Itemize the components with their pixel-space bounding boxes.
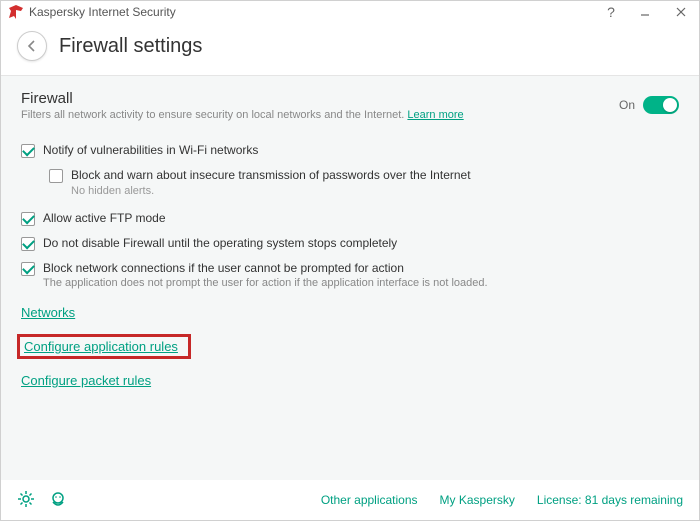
section-text: Firewall Filters all network activity to…	[21, 90, 619, 121]
minimize-button[interactable]	[627, 1, 663, 23]
footer: Other applications My Kaspersky License:…	[1, 480, 699, 520]
networks-link[interactable]: Networks	[21, 303, 75, 322]
footer-icons	[17, 490, 67, 511]
back-button[interactable]	[17, 31, 47, 61]
label-allow-ftp: Allow active FTP mode	[43, 211, 166, 225]
checkbox-allow-ftp[interactable]	[21, 212, 35, 226]
option-block-insecure: Block and warn about insecure transmissi…	[49, 168, 679, 197]
support-icon[interactable]	[49, 490, 67, 511]
option-block-no-prompt: Block network connections if the user ca…	[21, 261, 679, 289]
links-group: Networks Configure application rules Con…	[21, 303, 679, 390]
checkbox-block-insecure[interactable]	[49, 169, 63, 183]
configure-packet-rules-link[interactable]: Configure packet rules	[21, 371, 151, 390]
hint-block-insecure: No hidden alerts.	[71, 185, 679, 197]
page-title: Firewall settings	[59, 35, 202, 58]
label-block-no-prompt: Block network connections if the user ca…	[43, 261, 404, 275]
label-notify-wifi: Notify of vulnerabilities in Wi-Fi netwo…	[43, 143, 258, 157]
titlebar-left: Kaspersky Internet Security	[9, 5, 176, 19]
toggle-state-label: On	[619, 98, 635, 112]
hint-block-no-prompt: The application does not prompt the user…	[43, 277, 488, 289]
firewall-section-head: Firewall Filters all network activity to…	[21, 90, 679, 121]
checkbox-dont-disable[interactable]	[21, 237, 35, 251]
section-description-text: Filters all network activity to ensure s…	[21, 109, 404, 121]
close-button[interactable]	[663, 1, 699, 23]
section-description: Filters all network activity to ensure s…	[21, 109, 619, 121]
section-title: Firewall	[21, 90, 619, 107]
option-dont-disable: Do not disable Firewall until the operat…	[21, 236, 679, 251]
titlebar: Kaspersky Internet Security ?	[1, 1, 699, 23]
label-dont-disable: Do not disable Firewall until the operat…	[43, 236, 397, 250]
label-block-insecure: Block and warn about insecure transmissi…	[71, 168, 471, 182]
configure-application-rules-link[interactable]: Configure application rules	[17, 334, 191, 359]
options-list: Notify of vulnerabilities in Wi-Fi netwo…	[21, 143, 679, 289]
help-button[interactable]: ?	[595, 1, 627, 23]
page-header: Firewall settings	[1, 23, 699, 75]
window-controls: ?	[595, 1, 699, 23]
option-notify-wifi: Notify of vulnerabilities in Wi-Fi netwo…	[21, 143, 679, 158]
checkbox-block-no-prompt[interactable]	[21, 262, 35, 276]
content-area: Firewall Filters all network activity to…	[1, 75, 699, 480]
footer-links: Other applications My Kaspersky License:…	[321, 493, 683, 507]
license-link[interactable]: License: 81 days remaining	[537, 493, 683, 507]
toggle-knob	[663, 98, 677, 112]
checkbox-notify-wifi[interactable]	[21, 144, 35, 158]
option-allow-ftp: Allow active FTP mode	[21, 211, 679, 226]
settings-gear-icon[interactable]	[17, 490, 35, 511]
learn-more-link[interactable]: Learn more	[407, 109, 463, 121]
firewall-toggle-wrap: On	[619, 90, 679, 114]
app-window: Kaspersky Internet Security ? Firewall s…	[0, 0, 700, 521]
firewall-toggle[interactable]	[643, 96, 679, 114]
my-kaspersky-link[interactable]: My Kaspersky	[440, 493, 515, 507]
other-applications-link[interactable]: Other applications	[321, 493, 418, 507]
kaspersky-logo-icon	[9, 5, 23, 19]
app-title: Kaspersky Internet Security	[29, 5, 176, 19]
